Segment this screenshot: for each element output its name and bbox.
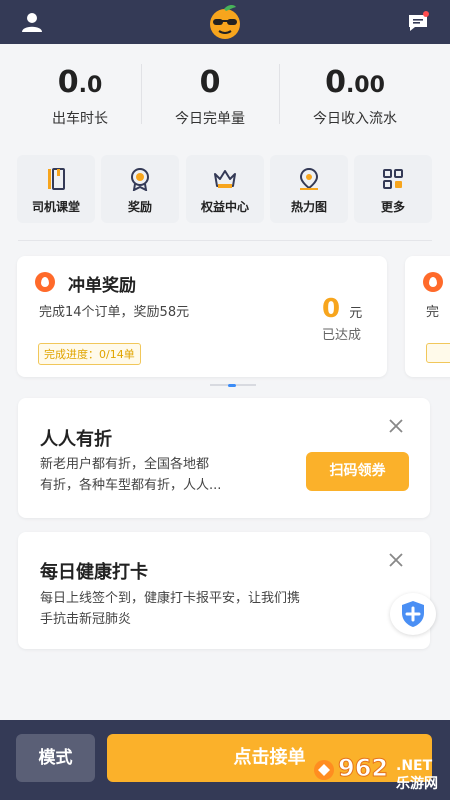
carousel-indicator: [210, 384, 256, 387]
progress-badge: 完成进度：0/14单: [38, 343, 141, 365]
reward-card[interactable]: 冲单奖励 完成14个订单，奖励58元 0 元 已达成 完成进度：0/14单: [17, 256, 387, 377]
message-icon[interactable]: [406, 10, 430, 34]
quick-item-label: 奖励: [127, 200, 152, 214]
stat-value: 0: [57, 65, 79, 100]
stat-value: 0: [325, 65, 346, 100]
svg-text:962: 962: [338, 754, 388, 782]
quick-item-label: 热力图: [290, 200, 327, 214]
medal-icon: [131, 168, 149, 191]
stat-income-today: 0.00 今日收入流水: [285, 62, 425, 128]
reward-description: 完: [426, 305, 440, 320]
desc-line: 手抗击新冠肺炎: [40, 612, 132, 627]
amount-unit: 元: [349, 306, 363, 321]
stat-online-duration: 0.0 出车时长: [10, 62, 150, 128]
stats-panel: 0.0 出车时长 0 今日完单量 0.00 今日收入流水: [0, 44, 450, 140]
grid-icon: [383, 169, 403, 189]
reward-amount: 0 元: [322, 294, 382, 324]
crown-icon: [214, 170, 236, 188]
scan-coupon-button[interactable]: 扫码领券: [306, 452, 409, 491]
book-icon: [48, 168, 65, 190]
top-bar: [0, 0, 450, 44]
reward-status: 已达成: [322, 328, 362, 343]
close-icon[interactable]: [388, 418, 404, 434]
stat-value-decimal: .0: [78, 73, 103, 98]
close-icon[interactable]: [388, 552, 404, 568]
divider: [18, 240, 432, 241]
health-shield-button[interactable]: [390, 593, 436, 635]
svg-text:乐游网: 乐游网: [396, 775, 438, 792]
svg-text:.NET: .NET: [396, 758, 433, 774]
divider: [279, 64, 280, 124]
quick-item-label: 权益中心: [200, 200, 249, 214]
desc-line: 每日上线签个到，健康打卡报平安，让我们携: [40, 591, 301, 606]
quick-item-label: 更多: [380, 200, 405, 214]
progress-badge: [426, 343, 450, 363]
shield-icon: [402, 601, 424, 627]
app-logo: [210, 4, 240, 39]
quick-item-more[interactable]: 更多: [354, 155, 432, 223]
quick-item-rewards[interactable]: 奖励: [101, 155, 179, 223]
stat-value: 0: [199, 65, 221, 100]
stat-value-decimal: .00: [345, 73, 385, 98]
stat-label: 出车时长: [52, 111, 108, 127]
quick-item-driver-class[interactable]: 司机课堂: [17, 155, 95, 223]
card-title: 每日健康打卡: [40, 562, 148, 583]
reward-card-next[interactable]: 完: [405, 256, 450, 377]
site-watermark: 962 .NET 乐游网: [314, 754, 438, 792]
promo-card[interactable]: 人人有折 新老用户都有折，全国各地都 有折，各种车型都有折，人人... 扫码领券: [18, 398, 430, 518]
reward-description: 完成14个订单，奖励58元: [39, 305, 190, 320]
map-pin-icon: [299, 167, 319, 190]
desc-line: 有折，各种车型都有折，人人...: [40, 478, 222, 493]
stat-orders-today: 0 今日完单量: [140, 62, 280, 128]
quick-item-label: 司机课堂: [31, 200, 80, 214]
desc-line: 新老用户都有折，全国各地都: [40, 457, 210, 472]
stat-label: 今日收入流水: [313, 111, 397, 127]
health-card[interactable]: 每日健康打卡 每日上线签个到，健康打卡报平安，让我们携 手抗击新冠肺炎: [18, 532, 430, 649]
card-title: 人人有折: [40, 429, 112, 450]
fire-icon: [423, 272, 443, 292]
mode-button[interactable]: 模式: [16, 734, 95, 782]
quick-item-benefits[interactable]: 权益中心: [186, 155, 264, 223]
amount-value: 0: [322, 294, 341, 324]
quick-item-heatmap[interactable]: 热力图: [270, 155, 348, 223]
promo-description: 新老用户都有折，全国各地都 有折，各种车型都有折，人人...: [40, 454, 221, 496]
fire-icon: [35, 272, 55, 292]
health-description: 每日上线签个到，健康打卡报平安，让我们携 手抗击新冠肺炎: [40, 588, 300, 630]
card-title: 冲单奖励: [68, 276, 136, 296]
stat-label: 今日完单量: [175, 111, 245, 127]
user-icon[interactable]: [20, 10, 44, 34]
